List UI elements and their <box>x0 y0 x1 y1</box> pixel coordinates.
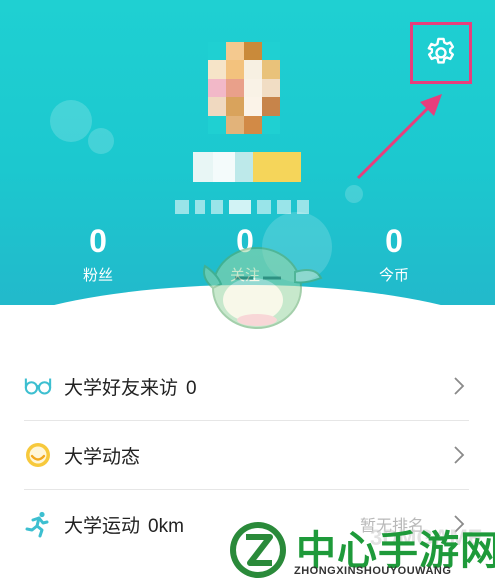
stat-fans[interactable]: 0 粉丝 <box>58 222 138 286</box>
menu-item-label: 大学运动 0km <box>64 511 184 538</box>
smiley-icon <box>24 441 52 469</box>
site-logo-icon <box>230 522 286 578</box>
avatar[interactable] <box>208 42 280 134</box>
menu-item-label: 大学动态 <box>64 442 140 469</box>
fans-count: 0 <box>89 223 107 259</box>
watermark-subtitle: ZHONGXINSHOUYOUWANG <box>294 565 452 577</box>
chevron-right-icon <box>454 377 465 395</box>
settings-button[interactable] <box>410 22 472 84</box>
university-news-label: 大学动态 <box>64 445 141 468</box>
university-sports-distance: 0km <box>148 515 184 537</box>
university-sports-label: 大学运动 <box>64 514 141 537</box>
decorative-bubble <box>88 128 114 154</box>
menu-item-friend-visits[interactable]: 大学好友来访 0 <box>0 352 495 420</box>
coins-label: 今币 <box>378 266 409 284</box>
decorative-bubble <box>50 100 92 142</box>
chevron-right-icon <box>454 446 465 464</box>
decorative-bubble <box>345 185 363 203</box>
gear-icon <box>427 37 455 64</box>
username <box>193 152 301 182</box>
menu-item-label: 大学好友来访 0 <box>64 373 197 400</box>
fans-label: 粉丝 <box>82 266 113 284</box>
coins-count: 0 <box>385 223 403 259</box>
friend-visits-count: 0 <box>186 377 197 399</box>
menu-item-university-news[interactable]: 大学动态 <box>0 421 495 489</box>
friend-visits-label: 大学好友来访 <box>64 376 179 399</box>
annotation-arrow <box>356 94 442 180</box>
stat-coins[interactable]: 0 今币 <box>354 222 434 286</box>
mascot-watermark-icon <box>203 247 323 329</box>
running-icon <box>24 510 52 538</box>
glasses-icon <box>24 372 52 400</box>
